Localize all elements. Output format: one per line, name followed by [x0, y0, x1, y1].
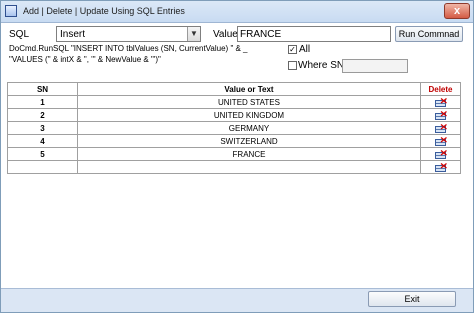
- chevron-down-icon[interactable]: ▼: [187, 27, 200, 41]
- delete-cell[interactable]: [420, 121, 461, 135]
- window-title: Add | Delete | Update Using SQL Entries: [23, 6, 185, 16]
- column-header-sn: SN: [7, 82, 78, 96]
- sql-statement-line-1: DoCmd.RunSQL "INSERT INTO tblValues (SN,…: [9, 44, 248, 53]
- value-cell[interactable]: GERMANY: [77, 121, 421, 135]
- all-label: All: [299, 44, 311, 55]
- sn-cell[interactable]: [7, 160, 78, 174]
- sql-statement-line-2: "VALUES (" & intX & ", '" & NewValue & "…: [9, 55, 161, 64]
- table-row-new[interactable]: [7, 160, 461, 174]
- delete-cell[interactable]: [420, 147, 461, 161]
- table-row[interactable]: 2 UNITED KINGDOM: [7, 108, 461, 122]
- table-row[interactable]: 4 SWITZERLAND: [7, 134, 461, 148]
- entries-table: SN Value or Text Delete 1 UNITED STATES: [7, 82, 461, 174]
- value-cell[interactable]: SWITZERLAND: [77, 134, 421, 148]
- column-header-value: Value or Text: [77, 82, 421, 96]
- where-sn-checkbox[interactable]: [288, 61, 297, 70]
- sql-statement: DoCmd.RunSQL "INSERT INTO tblValues (SN,…: [9, 43, 289, 65]
- form-window: Add | Delete | Update Using SQL Entries …: [0, 0, 474, 313]
- value-cell[interactable]: FRANCE: [77, 147, 421, 161]
- entries-panel: SN Value or Text Delete 1 UNITED STATES: [1, 78, 473, 287]
- delete-cell[interactable]: [420, 160, 461, 174]
- close-button[interactable]: x: [444, 3, 470, 19]
- sn-cell[interactable]: 3: [7, 121, 78, 135]
- value-input[interactable]: FRANCE: [237, 26, 391, 42]
- form-icon: [5, 5, 17, 17]
- table-row[interactable]: 3 GERMANY: [7, 121, 461, 135]
- sn-cell[interactable]: 4: [7, 134, 78, 148]
- where-sn-input[interactable]: [342, 59, 408, 73]
- value-cell[interactable]: UNITED KINGDOM: [77, 108, 421, 122]
- footer-bar: Exit: [1, 288, 473, 312]
- value-cell[interactable]: [77, 160, 421, 174]
- value-input-text: FRANCE: [240, 29, 282, 40]
- sn-cell[interactable]: 2: [7, 108, 78, 122]
- delete-cell[interactable]: [420, 95, 461, 109]
- sql-label: SQL: [9, 29, 30, 40]
- delete-record-icon[interactable]: [434, 162, 447, 172]
- delete-record-icon[interactable]: [434, 110, 447, 120]
- exit-button[interactable]: Exit: [368, 291, 456, 307]
- delete-record-icon[interactable]: [434, 123, 447, 133]
- run-command-button[interactable]: Run Commnad: [395, 26, 463, 42]
- delete-cell[interactable]: [420, 134, 461, 148]
- sn-cell[interactable]: 5: [7, 147, 78, 161]
- delete-record-icon[interactable]: [434, 149, 447, 159]
- value-cell[interactable]: UNITED STATES: [77, 95, 421, 109]
- delete-record-icon[interactable]: [434, 136, 447, 146]
- delete-record-icon[interactable]: [434, 97, 447, 107]
- all-checkbox[interactable]: ✓: [288, 45, 297, 54]
- sql-command-combo[interactable]: Insert ▼: [56, 26, 201, 42]
- table-header-row: SN Value or Text Delete: [7, 82, 461, 96]
- sql-command-value: Insert: [60, 29, 86, 40]
- title-bar: Add | Delete | Update Using SQL Entries …: [1, 1, 473, 23]
- table-row[interactable]: 1 UNITED STATES: [7, 95, 461, 109]
- sn-cell[interactable]: 1: [7, 95, 78, 109]
- column-header-delete: Delete: [420, 82, 461, 96]
- delete-cell[interactable]: [420, 108, 461, 122]
- table-row[interactable]: 5 FRANCE: [7, 147, 461, 161]
